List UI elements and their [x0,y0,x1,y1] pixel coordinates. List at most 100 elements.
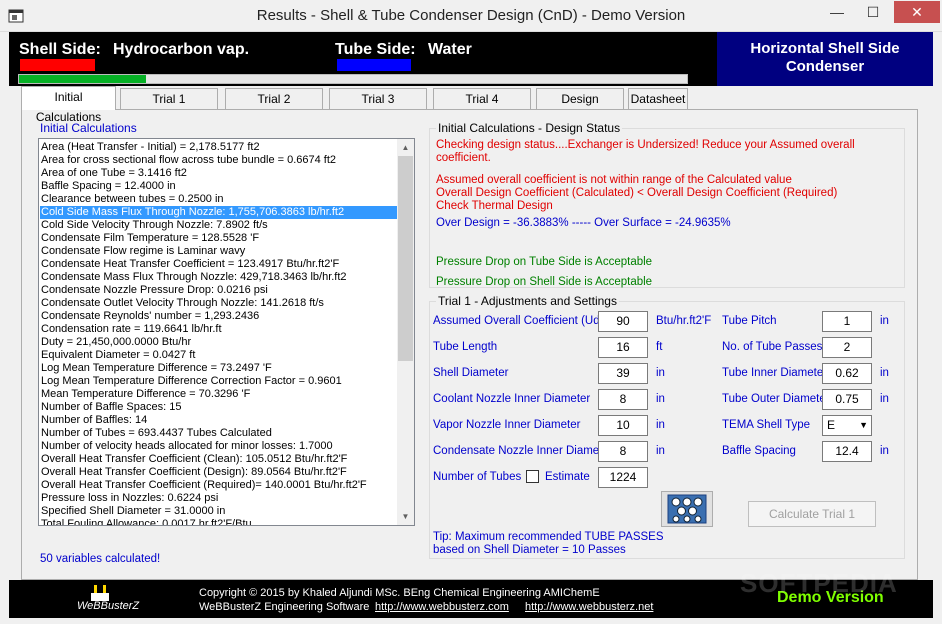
tab-design-summary[interactable]: Design Summary [536,88,624,126]
condensate-nozzle-unit: in [656,445,665,457]
condenser-type-line1: Horizontal Shell Side [750,40,900,57]
vapor-nozzle-unit: in [656,419,665,431]
tab-trial-3-calculations[interactable]: Trial 3 Calculations [329,88,427,126]
coolant-nozzle-input[interactable]: 8 [598,389,648,410]
tube-side-color-swatch [337,59,411,71]
design-status-group: Initial Calculations - Design Status Che… [429,121,905,288]
list-item[interactable]: Condensate Mass Flux Through Nozzle: 429… [40,271,399,284]
tube-passes-label: No. of Tube Passes [722,341,823,353]
coolant-nozzle-label: Coolant Nozzle Inner Diameter [433,393,591,405]
tip-line1: Tip: Maximum recommended TUBE PASSES [433,531,664,543]
list-item[interactable]: Area (Heat Transfer - Initial) = 2,178.5… [40,141,399,154]
tube-passes-input[interactable]: 2 [822,337,872,358]
list-item[interactable]: Cold Side Mass Flux Through Nozzle: 1,75… [40,206,399,219]
tube-inner-diameter-unit: in [880,367,889,379]
design-status-legend: Initial Calculations - Design Status [436,121,623,135]
list-item[interactable]: Number of Tubes = 693.4437 Tubes Calcula… [40,427,399,440]
list-item[interactable]: Total Fouling Allowance: 0.0017 hr.ft2'F… [40,518,399,525]
list-item[interactable]: Condensate Heat Transfer Coefficient = 1… [40,258,399,271]
tab-trial-2-calculations[interactable]: Trial 2 Calculations [225,88,323,126]
vapor-nozzle-label: Vapor Nozzle Inner Diameter [433,419,581,431]
tube-outer-diameter-unit: in [880,393,889,405]
shell-diameter-unit: in [656,367,665,379]
list-item[interactable]: Baffle Spacing = 12.4000 in [40,180,399,193]
list-item[interactable]: Area for cross sectional flow across tub… [40,154,399,167]
list-item[interactable]: Overall Heat Transfer Coefficient (Requi… [40,479,399,492]
tube-inner-diameter-input[interactable]: 0.62 [822,363,872,384]
baffle-spacing-unit: in [880,445,889,457]
list-item[interactable]: Number of Baffles: 14 [40,414,399,427]
estimate-label: Estimate [545,471,590,483]
window-title: Results - Shell & Tube Condenser Design … [256,7,686,24]
tab-content-panel: Initial Calculations Area (Heat Transfer… [21,109,918,580]
maximize-button[interactable]: ☐ [856,1,890,23]
tube-length-input[interactable]: 16 [598,337,648,358]
list-item[interactable]: Overall Heat Transfer Coefficient (Desig… [40,466,399,479]
tema-shell-type-select[interactable]: E ▼ [822,415,872,436]
listbox-scrollbar[interactable]: ▲ ▼ [397,139,414,525]
list-item[interactable]: Number of Baffle Spaces: 15 [40,401,399,414]
list-item[interactable]: Condensate Nozzle Pressure Drop: 0.0216 … [40,284,399,297]
shell-side-color-swatch [20,59,95,71]
list-item[interactable]: Specified Shell Diameter = 31.0000 in [40,505,399,518]
list-item[interactable]: Cold Side Velocity Through Nozzle: 7.890… [40,219,399,232]
tube-side-label: Tube Side: [335,41,416,58]
tube-side-fluid: Water [428,41,472,58]
tab-trial-1-calculations[interactable]: Trial 1 Calculations [120,88,218,126]
tube-length-label: Tube Length [433,341,498,353]
list-item[interactable]: Log Mean Temperature Difference = 73.249… [40,362,399,375]
tube-outer-diameter-input[interactable]: 0.75 [822,389,872,410]
minimize-button[interactable]: — [820,1,854,23]
list-item[interactable]: Clearance between tubes = 0.2500 in [40,193,399,206]
tab-datasheet[interactable]: Datasheet [628,88,688,109]
estimate-checkbox[interactable] [526,470,539,483]
list-item[interactable]: Mean Temperature Difference = 70.3296 'F [40,388,399,401]
status-over-design: Over Design = -36.3883% ----- Over Surfa… [436,217,731,229]
ud-label: Assumed Overall Coefficient (Ud) [433,315,604,327]
vapor-nozzle-input[interactable]: 10 [598,415,648,436]
list-item[interactable]: Condensate Film Temperature = 128.5528 '… [40,232,399,245]
list-item[interactable]: Condensation rate = 119.6641 lb/hr.ft [40,323,399,336]
variables-count-label: 50 variables calculated! [40,553,161,565]
shell-side-label: Shell Side: [19,41,101,58]
number-of-tubes-input[interactable]: 1224 [598,467,648,488]
number-of-tubes-label: Number of Tubes [433,471,522,483]
ud-input[interactable]: 90 [598,311,648,332]
tube-layout-button[interactable] [661,491,713,527]
website-link-com[interactable]: http://www.webbusterz.com [375,601,509,613]
status-shell-pressure-drop: Pressure Drop on Shell Side is Acceptabl… [436,276,653,288]
list-item[interactable]: Overall Heat Transfer Coefficient (Clean… [40,453,399,466]
tube-pitch-unit: in [880,315,889,327]
shell-diameter-input[interactable]: 39 [598,363,648,384]
list-item[interactable]: Area of one Tube = 3.1416 ft2 [40,167,399,180]
list-item[interactable]: Duty = 21,450,000.0000 Btu/hr [40,336,399,349]
calculations-listbox[interactable]: Area (Heat Transfer - Initial) = 2,178.5… [38,138,415,526]
softpedia-watermark: SOFTPEDIA [740,568,898,598]
scroll-up-arrow-icon[interactable]: ▲ [397,139,414,156]
tip-line2: based on Shell Diameter = 10 Passes [433,544,626,556]
list-item[interactable]: Number of velocity heads allocated for m… [40,440,399,453]
list-item[interactable]: Condensate Outlet Velocity Through Nozzl… [40,297,399,310]
tube-pitch-input[interactable]: 1 [822,311,872,332]
status-undersized-line2: coefficient. [436,152,491,164]
calculate-trial-1-button[interactable]: Calculate Trial 1 [748,501,876,527]
list-item[interactable]: Log Mean Temperature Difference Correcti… [40,375,399,388]
scroll-down-arrow-icon[interactable]: ▼ [397,508,414,525]
website-link-net[interactable]: http://www.webbusterz.net [525,601,653,613]
scroll-thumb[interactable] [398,156,413,361]
tab-initial-calculations[interactable]: Initial Calculations [21,86,116,124]
title-bar: Results - Shell & Tube Condenser Design … [0,0,942,32]
chevron-down-icon: ▼ [859,420,868,430]
list-item[interactable]: Pressure loss in Nozzles: 0.6224 psi [40,492,399,505]
list-item[interactable]: Condensate Reynolds' number = 1,293.2436 [40,310,399,323]
progress-bar [18,74,688,84]
list-item[interactable]: Condensate Flow regime is Laminar wavy [40,245,399,258]
tab-trial-4-calculations[interactable]: Trial 4 Calculations [433,88,531,126]
condensate-nozzle-input[interactable]: 8 [598,441,648,462]
close-button[interactable]: ✕ [894,1,940,23]
company-name: WeBBusterZ Engineering Software [199,601,370,613]
status-tube-pressure-drop: Pressure Drop on Tube Side is Acceptable [436,256,653,268]
baffle-spacing-input[interactable]: 12.4 [822,441,872,462]
list-item[interactable]: Equivalent Diameter = 0.0427 ft [40,349,399,362]
status-range-warning: Assumed overall coefficient is not withi… [436,174,792,186]
